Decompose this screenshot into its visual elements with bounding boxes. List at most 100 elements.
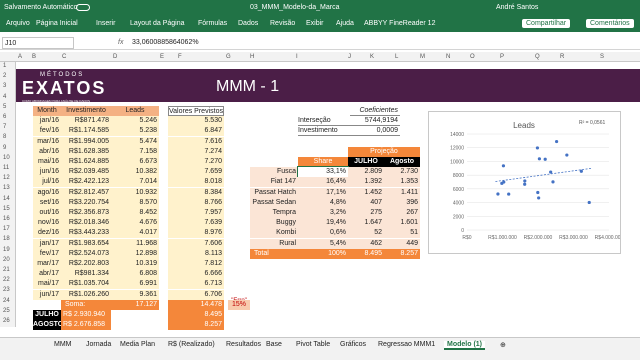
column-header[interactable]: O (470, 54, 475, 60)
predicted-cell[interactable]: 7.270 (168, 157, 224, 167)
table-cell[interactable]: R$1.983.654 (61, 238, 111, 249)
row-header[interactable]: 19 (3, 247, 10, 253)
table-header[interactable]: Month (33, 106, 61, 116)
row-header[interactable]: 9 (3, 145, 6, 151)
column-header[interactable]: R (560, 54, 564, 60)
projection-name[interactable]: Passat Sedan (250, 197, 298, 208)
table-cell[interactable]: 5.246 (111, 116, 159, 127)
predicted-cell[interactable]: 7.659 (168, 167, 224, 178)
row-header[interactable]: 2 (3, 73, 6, 79)
table-cell[interactable]: R$1.035.704 (61, 279, 111, 290)
autosave-toggle[interactable] (76, 4, 90, 11)
table-header[interactable]: Leads (111, 106, 159, 116)
column-header[interactable]: G (226, 54, 231, 60)
row-header[interactable]: 7 (3, 124, 6, 130)
agosto-prediction[interactable]: 8.257 (168, 320, 224, 331)
table-cell[interactable]: R$1.624.885 (61, 157, 111, 167)
table-cell[interactable]: R$3.220.754 (61, 197, 111, 208)
tab-exibir[interactable]: Exibir (306, 20, 324, 27)
projection-agosto[interactable]: 396 (384, 197, 420, 208)
table-cell[interactable]: mar/16 (33, 136, 61, 147)
julho-investment[interactable]: R$ 2.930.940 (61, 310, 111, 320)
column-header[interactable]: H (250, 54, 254, 60)
sum-value[interactable]: 17.127 (111, 299, 159, 310)
row-header[interactable]: 22 (3, 277, 10, 283)
table-cell[interactable]: 9.361 (111, 289, 159, 300)
column-header[interactable]: K (370, 54, 374, 60)
projection-agosto[interactable]: 2.730 (384, 167, 420, 178)
predicted-cell[interactable]: 7.812 (168, 259, 224, 269)
row-header[interactable]: 17 (3, 226, 10, 232)
table-cell[interactable]: R$1.994.005 (61, 136, 111, 147)
row-header[interactable]: 8 (3, 134, 6, 140)
predicted-cell[interactable]: 8.976 (168, 228, 224, 239)
erro-value[interactable]: 15% (228, 299, 250, 310)
predicted-sum[interactable]: 14.478 (168, 299, 224, 310)
row-header[interactable]: 16 (3, 216, 10, 222)
table-cell[interactable]: R$2.422.123 (61, 177, 111, 188)
table-cell[interactable]: jan/17 (33, 238, 61, 249)
predicted-cell[interactable]: 7.274 (168, 146, 224, 157)
tab-formulas[interactable]: Fórmulas (198, 20, 227, 27)
row-header[interactable]: 6 (3, 114, 6, 120)
julho-prediction[interactable]: 8.495 (168, 310, 224, 320)
table-cell[interactable]: R$2.202.803 (61, 259, 111, 269)
table-cell[interactable]: jan/16 (33, 116, 61, 127)
projection-share[interactable]: 4,8% (298, 197, 348, 208)
table-cell[interactable]: mai/16 (33, 157, 61, 167)
table-cell[interactable]: dez/16 (33, 228, 61, 239)
table-cell[interactable]: 8.452 (111, 208, 159, 218)
table-cell[interactable]: 7.158 (111, 146, 159, 157)
column-header[interactable]: Q (535, 54, 540, 60)
projection-julho[interactable]: 1.392 (348, 177, 384, 188)
table-cell[interactable]: 10.382 (111, 167, 159, 178)
name-box[interactable]: J10 (2, 37, 74, 49)
column-header[interactable]: E (160, 54, 164, 60)
table-cell[interactable]: R$2.018.346 (61, 218, 111, 229)
user-name[interactable]: André Santos (496, 4, 538, 11)
tab-inserir[interactable]: Inserir (96, 20, 115, 27)
predicted-header[interactable]: Valores Previstos (168, 106, 224, 116)
table-cell[interactable]: R$3.443.233 (61, 228, 111, 239)
row-header[interactable]: 12 (3, 175, 10, 181)
sheet-tab[interactable]: Jornada (86, 341, 111, 348)
tab-ajuda[interactable]: Ajuda (336, 20, 354, 27)
table-cell[interactable]: fev/17 (33, 248, 61, 259)
projection-agosto[interactable]: 449 (384, 238, 420, 249)
predicted-cell[interactable]: 7.957 (168, 208, 224, 218)
formula-input[interactable]: 33,0600885864062% (132, 39, 199, 46)
projection-agosto[interactable]: 1.601 (384, 218, 420, 229)
table-cell[interactable]: 5.238 (111, 126, 159, 137)
table-cell[interactable]: 4.676 (111, 218, 159, 229)
tab-revisao[interactable]: Revisão (270, 20, 295, 27)
column-header[interactable]: P (500, 54, 504, 60)
projection-total-label[interactable]: Total (250, 248, 298, 259)
predicted-cell[interactable]: 8.384 (168, 187, 224, 198)
row-header[interactable]: 11 (3, 165, 9, 171)
table-cell[interactable]: set/16 (33, 197, 61, 208)
table-cell[interactable]: out/16 (33, 208, 61, 218)
sheet-tab[interactable]: R$ (Realizado) (168, 341, 215, 348)
projection-share[interactable]: 16,4% (298, 177, 348, 188)
predicted-cell[interactable]: 8.766 (168, 197, 224, 208)
projection-col-header[interactable]: JULHO (348, 157, 384, 167)
projection-agosto[interactable]: 1.411 (384, 187, 420, 198)
predicted-cell[interactable]: 7.606 (168, 238, 224, 249)
projection-julho[interactable]: 462 (348, 238, 384, 249)
row-header[interactable]: 15 (3, 206, 10, 212)
predicted-cell[interactable]: 7.639 (168, 218, 224, 229)
projection-julho[interactable]: 1.452 (348, 187, 384, 198)
table-cell[interactable]: R$2.524.073 (61, 248, 111, 259)
table-cell[interactable]: 11.968 (111, 238, 159, 249)
table-cell[interactable]: mar/17 (33, 259, 61, 269)
table-cell[interactable]: fev/16 (33, 126, 61, 137)
projection-share[interactable]: 19,4% (298, 218, 348, 229)
projection-name[interactable]: Buggy (250, 218, 298, 229)
table-cell[interactable]: 6.991 (111, 279, 159, 290)
table-cell[interactable]: 12.898 (111, 248, 159, 259)
column-header[interactable]: D (113, 54, 117, 60)
add-sheet-icon[interactable]: ⊕ (500, 341, 506, 349)
predicted-cell[interactable]: 6.666 (168, 269, 224, 280)
table-cell[interactable]: R$1.174.585 (61, 126, 111, 137)
column-header[interactable]: A (18, 54, 22, 60)
